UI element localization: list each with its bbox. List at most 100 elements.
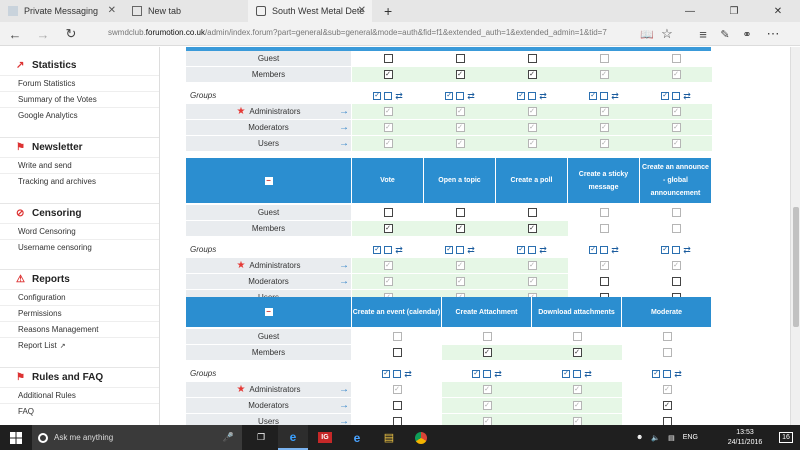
checked-checkbox[interactable]: ✓ (455, 261, 465, 270)
checked-checkbox[interactable]: ✓ (383, 123, 393, 132)
checked-checkbox[interactable]: ✓ (482, 401, 492, 410)
checked-checkbox[interactable]: ✓ (455, 107, 465, 116)
close-tab-icon[interactable]: ✕ (108, 5, 116, 16)
share-icon[interactable]: ⚭ (738, 25, 756, 43)
checked-checkbox[interactable]: ✓ (455, 277, 465, 286)
checked-checkbox[interactable]: ✓ (662, 401, 672, 410)
close-window-icon[interactable]: ✕ (756, 0, 800, 22)
group-check-all[interactable]: ✓ (652, 370, 661, 378)
group-uncheck-all[interactable] (384, 246, 393, 254)
group-uncheck-all[interactable] (483, 370, 492, 378)
arrow-right-icon[interactable]: → (339, 106, 349, 117)
checked-checkbox[interactable]: ✓ (527, 224, 537, 233)
swap-icon[interactable]: ⇄ (539, 245, 547, 256)
refresh-icon[interactable]: ↻ (62, 25, 80, 43)
checked-checkbox[interactable]: ✓ (671, 123, 681, 132)
sidebar-item-forum-statistics[interactable]: Forum Statistics (0, 75, 159, 91)
group-uncheck-all[interactable] (573, 370, 582, 378)
checkbox[interactable] (392, 348, 402, 357)
checkbox[interactable] (671, 54, 681, 63)
volume-icon[interactable]: 🔈 (651, 434, 660, 442)
group-uncheck-all[interactable] (456, 246, 465, 254)
checked-checkbox[interactable]: ✓ (527, 139, 537, 148)
clock[interactable]: 13:53 24/11/2016 (720, 428, 770, 448)
web-note-icon[interactable]: ✎ (716, 25, 734, 43)
checked-checkbox[interactable]: ✓ (527, 107, 537, 116)
checked-checkbox[interactable]: ✓ (671, 139, 681, 148)
sidebar-item-permissions[interactable]: Permissions (0, 305, 159, 321)
group-check-all[interactable]: ✓ (589, 92, 598, 100)
file-explorer-icon[interactable]: ▤ (374, 425, 404, 450)
group-check-all[interactable]: ✓ (445, 246, 454, 254)
group-uncheck-all[interactable] (672, 246, 681, 254)
checkbox[interactable] (599, 277, 609, 286)
checkbox[interactable] (392, 332, 402, 341)
checked-checkbox[interactable]: ✓ (455, 70, 465, 79)
tab-new-tab[interactable]: New tab (124, 0, 246, 22)
checkbox[interactable] (383, 54, 393, 63)
address-bar[interactable]: swmdclub.forumotion.co.uk/admin/index.fo… (108, 28, 607, 37)
sidebar-item-word-censoring[interactable]: Word Censoring (0, 223, 159, 239)
checked-checkbox[interactable]: ✓ (572, 401, 582, 410)
swap-icon[interactable]: ⇄ (674, 369, 682, 380)
checked-checkbox[interactable]: ✓ (482, 348, 492, 357)
checked-checkbox[interactable]: ✓ (383, 224, 393, 233)
swap-icon[interactable]: ⇄ (494, 369, 502, 380)
checked-checkbox[interactable]: ✓ (572, 385, 582, 394)
checked-checkbox[interactable]: ✓ (599, 123, 609, 132)
swap-icon[interactable]: ⇄ (467, 91, 475, 102)
group-uncheck-all[interactable] (393, 370, 402, 378)
checked-checkbox[interactable]: ✓ (383, 261, 393, 270)
task-view-icon[interactable]: ❐ (246, 425, 276, 450)
language-indicator[interactable]: ENG (683, 434, 698, 441)
checked-checkbox[interactable]: ✓ (482, 417, 492, 425)
checked-checkbox[interactable]: ✓ (572, 348, 582, 357)
checkbox[interactable] (392, 401, 402, 410)
checked-checkbox[interactable]: ✓ (527, 261, 537, 270)
checked-checkbox[interactable]: ✓ (599, 261, 609, 270)
arrow-right-icon[interactable]: → (339, 138, 349, 149)
group-check-all[interactable]: ✓ (562, 370, 571, 378)
group-uncheck-all[interactable] (456, 92, 465, 100)
arrow-right-icon[interactable]: → (339, 384, 349, 395)
checked-checkbox[interactable]: ✓ (671, 107, 681, 116)
windows-start-icon[interactable] (0, 425, 32, 450)
notifications-icon[interactable]: 16 (772, 425, 800, 450)
group-uncheck-all[interactable] (663, 370, 672, 378)
checked-checkbox[interactable]: ✓ (383, 139, 393, 148)
checked-checkbox[interactable]: ✓ (671, 70, 681, 79)
arrow-right-icon[interactable]: → (339, 122, 349, 133)
sidebar-item-username-censoring[interactable]: Username censoring (0, 239, 159, 255)
checkbox[interactable] (662, 348, 672, 357)
group-uncheck-all[interactable] (600, 92, 609, 100)
checkbox[interactable] (662, 332, 672, 341)
close-tab-icon[interactable]: ✕ (358, 5, 366, 16)
swap-icon[interactable]: ⇄ (539, 91, 547, 102)
swap-icon[interactable]: ⇄ (611, 91, 619, 102)
group-uncheck-all[interactable] (600, 246, 609, 254)
back-icon[interactable]: ← (6, 25, 24, 43)
sidebar-item-additional-rules[interactable]: Additional Rules (0, 387, 159, 403)
checked-checkbox[interactable]: ✓ (599, 70, 609, 79)
checked-checkbox[interactable]: ✓ (671, 261, 681, 270)
reading-view-icon[interactable]: 📖 (638, 25, 656, 43)
network-icon[interactable]: ▤ (668, 434, 675, 442)
swap-icon[interactable]: ⇄ (683, 91, 691, 102)
checked-checkbox[interactable]: ✓ (455, 123, 465, 132)
checked-checkbox[interactable]: ✓ (455, 224, 465, 233)
chrome-icon[interactable] (406, 425, 436, 450)
group-check-all[interactable]: ✓ (661, 92, 670, 100)
collapse-icon[interactable]: − (186, 158, 351, 203)
internet-explorer-icon[interactable]: e (342, 425, 372, 450)
ig-app-icon[interactable]: IG (310, 425, 340, 450)
arrow-right-icon[interactable]: → (339, 416, 349, 425)
checked-checkbox[interactable]: ✓ (599, 107, 609, 116)
more-icon[interactable]: ⋯ (764, 25, 782, 43)
checkbox[interactable] (671, 224, 681, 233)
checkbox[interactable] (599, 54, 609, 63)
arrow-right-icon[interactable]: → (339, 260, 349, 271)
checked-checkbox[interactable]: ✓ (482, 385, 492, 394)
sidebar-item-report-list[interactable]: Report List ↗ (0, 337, 159, 353)
swap-icon[interactable]: ⇄ (611, 245, 619, 256)
microphone-icon[interactable]: 🎤 (223, 432, 234, 443)
